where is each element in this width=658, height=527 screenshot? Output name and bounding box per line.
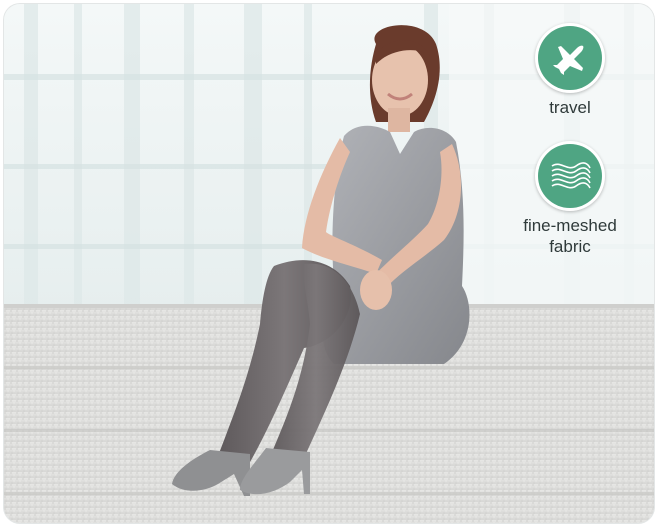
mesh-fabric-icon	[538, 144, 602, 208]
fabric-badge-circle	[535, 141, 605, 211]
travel-badge-circle	[535, 23, 605, 93]
airplane-icon	[538, 26, 602, 90]
fine-meshed-fabric-badge: fine-meshed fabric	[499, 141, 641, 257]
fabric-label-line-2: fabric	[549, 237, 591, 256]
travel-badge: travel	[535, 23, 605, 118]
fabric-label: fine-meshed fabric	[523, 211, 617, 257]
product-card: travel fine-meshed fabric	[4, 4, 654, 523]
travel-label: travel	[549, 98, 591, 117]
fabric-label-line-1: fine-meshed	[523, 216, 617, 235]
